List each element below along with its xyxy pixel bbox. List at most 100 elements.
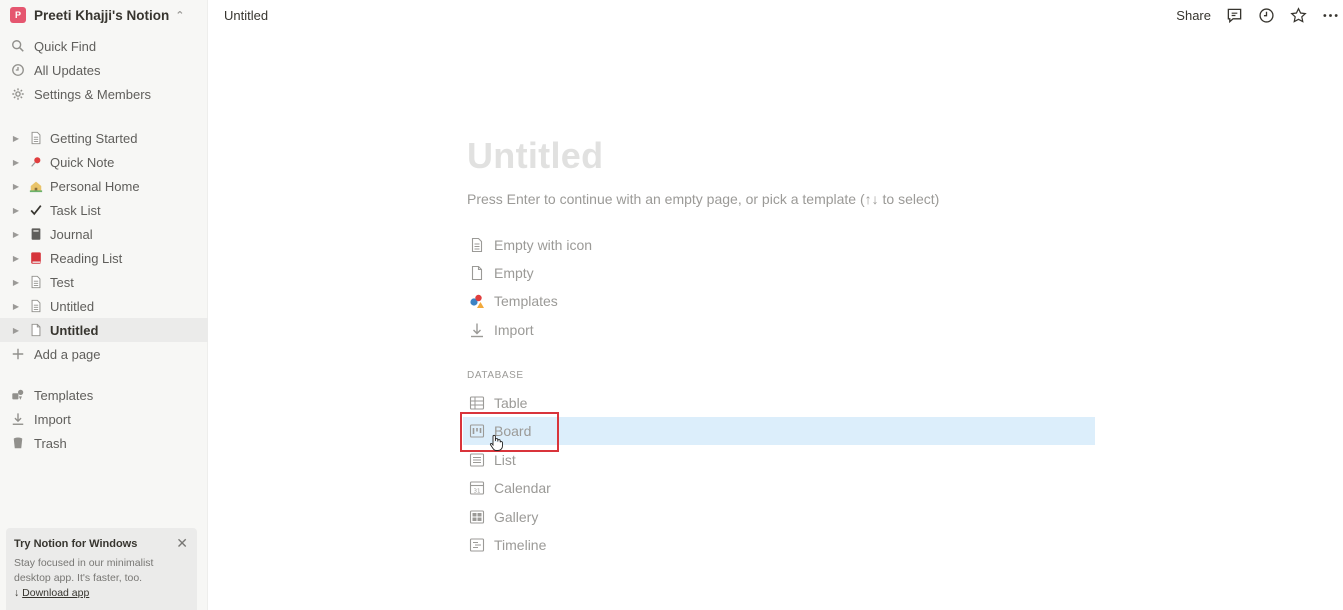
- sidebar-bottom-label: Trash: [34, 435, 67, 451]
- templates-icon: [10, 387, 26, 403]
- sidebar-page-untitled[interactable]: ▶ Untitled: [0, 294, 208, 318]
- expand-triangle-icon[interactable]: ▶: [10, 302, 22, 311]
- sidebar-page-label: Test: [50, 274, 74, 290]
- page-blank-icon: [28, 322, 44, 338]
- notebook-icon: [28, 226, 44, 242]
- topbar-actions: Share: [1176, 0, 1343, 30]
- option-import[interactable]: Import: [463, 316, 1095, 344]
- expand-triangle-icon[interactable]: ▶: [10, 158, 22, 167]
- download-arrow-icon: ↓: [14, 587, 20, 599]
- sidebar-page-label: Task List: [50, 202, 101, 218]
- option-label: Timeline: [494, 537, 547, 553]
- option-label: Table: [494, 395, 528, 411]
- sidebar-trash[interactable]: Trash: [0, 431, 208, 455]
- timeline-icon: [468, 536, 486, 554]
- sidebar-page-test[interactable]: ▶ Test: [0, 270, 208, 294]
- sidebar-bottom-label: Import: [34, 411, 71, 427]
- sidebar-templates[interactable]: Templates: [0, 383, 208, 407]
- promo-body: Stay focused in our minimalist desktop a…: [14, 557, 154, 584]
- pushpin-icon: [28, 154, 44, 170]
- sidebar-page-reading-list[interactable]: ▶ Reading List: [0, 246, 208, 270]
- calendar-icon: 31: [468, 479, 486, 497]
- sidebar-page-journal[interactable]: ▶ Journal: [0, 222, 208, 246]
- add-page-button[interactable]: Add a page: [0, 342, 208, 366]
- option-label: Empty with icon: [494, 237, 593, 253]
- sidebar-quick-find[interactable]: Quick Find: [0, 34, 208, 58]
- template-hint: Press Enter to continue with an empty pa…: [467, 191, 940, 207]
- option-label: Gallery: [494, 509, 539, 525]
- history-clock-icon[interactable]: [1257, 6, 1275, 24]
- promo-title: Try Notion for Windows: [14, 538, 138, 550]
- sidebar-bottom-label: Templates: [34, 387, 94, 403]
- sidebar-page-getting-started[interactable]: ▶ Getting Started: [0, 126, 208, 150]
- option-calendar[interactable]: 31 Calendar: [463, 474, 1095, 502]
- option-empty[interactable]: Empty: [463, 259, 1095, 287]
- sidebar-settings-members[interactable]: Settings & Members: [0, 82, 208, 106]
- option-timeline[interactable]: Timeline: [463, 531, 1095, 559]
- option-label: Import: [494, 322, 534, 338]
- sidebar: P Preeti Khajji's Notion ⌃ Quick Find Al…: [0, 0, 208, 610]
- expand-triangle-icon[interactable]: ▶: [10, 326, 22, 335]
- plus-icon: [10, 346, 26, 362]
- sidebar-page-personal-home[interactable]: ▶ Personal Home: [0, 174, 208, 198]
- page-text-icon: [468, 236, 486, 254]
- expand-triangle-icon[interactable]: ▶: [10, 230, 22, 239]
- page-title[interactable]: Untitled: [467, 135, 603, 177]
- add-page-label: Add a page: [34, 346, 101, 362]
- sidebar-page-label: Getting Started: [50, 130, 138, 146]
- option-label: Templates: [494, 293, 558, 309]
- more-icon[interactable]: [1321, 6, 1339, 24]
- expand-triangle-icon[interactable]: ▶: [10, 182, 22, 191]
- page-icon: [28, 130, 44, 146]
- option-templates[interactable]: Templates: [463, 287, 1095, 315]
- sidebar-page-label: Journal: [50, 226, 93, 242]
- option-label: List: [494, 452, 516, 468]
- database-section-header: DATABASE: [467, 370, 524, 381]
- sidebar-page-label: Untitled: [50, 298, 95, 314]
- sidebar-page-label: Reading List: [50, 250, 123, 266]
- expand-triangle-icon[interactable]: ▶: [10, 278, 22, 287]
- page-blank-icon: [468, 264, 486, 282]
- option-empty-with-icon[interactable]: Empty with icon: [463, 231, 1095, 259]
- sidebar-nav-label: All Updates: [34, 62, 101, 78]
- expand-triangle-icon[interactable]: ▶: [10, 134, 22, 143]
- search-icon: [10, 38, 26, 54]
- option-label: Calendar: [494, 480, 551, 496]
- checkmark-icon: [28, 202, 44, 218]
- workspace-name: Preeti Khajji's Notion: [34, 7, 170, 23]
- chevron-updown-icon: ⌃: [175, 9, 185, 22]
- clock-icon: [10, 62, 26, 78]
- sidebar-nav-label: Quick Find: [34, 38, 97, 54]
- sidebar-all-updates[interactable]: All Updates: [0, 58, 208, 82]
- sidebar-page-label: Quick Note: [50, 154, 115, 170]
- expand-triangle-icon[interactable]: ▶: [10, 206, 22, 215]
- expand-triangle-icon[interactable]: ▶: [10, 254, 22, 263]
- import-icon: [10, 411, 26, 427]
- download-app-label: Download app: [22, 587, 90, 599]
- close-icon[interactable]: ✕: [176, 535, 188, 552]
- sidebar-import[interactable]: Import: [0, 407, 208, 431]
- gear-icon: [10, 86, 26, 102]
- workspace-switcher[interactable]: P Preeti Khajji's Notion ⌃: [0, 0, 208, 30]
- page-icon: [28, 274, 44, 290]
- templates-color-icon: [468, 292, 486, 310]
- desktop-app-promo: Try Notion for Windows ✕ Stay focused in…: [6, 528, 197, 610]
- sidebar-page-untitled-active[interactable]: ▶ Untitled: [0, 318, 208, 342]
- star-icon[interactable]: [1289, 6, 1307, 24]
- share-button[interactable]: Share: [1176, 8, 1211, 23]
- sidebar-page-label: Untitled: [50, 322, 99, 338]
- sidebar-page-label: Personal Home: [50, 178, 140, 194]
- option-label: Empty: [494, 265, 534, 281]
- house-icon: [28, 178, 44, 194]
- sidebar-page-task-list[interactable]: ▶ Task List: [0, 198, 208, 222]
- import-icon: [468, 321, 486, 339]
- gallery-icon: [468, 508, 486, 526]
- sidebar-page-quick-note[interactable]: ▶ Quick Note: [0, 150, 208, 174]
- comment-icon[interactable]: [1225, 6, 1243, 24]
- page-icon: [28, 298, 44, 314]
- download-app-link[interactable]: ↓ Download app: [14, 587, 189, 599]
- option-gallery[interactable]: Gallery: [463, 503, 1095, 531]
- book-icon: [28, 250, 44, 266]
- breadcrumb[interactable]: Untitled: [224, 8, 268, 23]
- hand-cursor-icon: [489, 434, 503, 451]
